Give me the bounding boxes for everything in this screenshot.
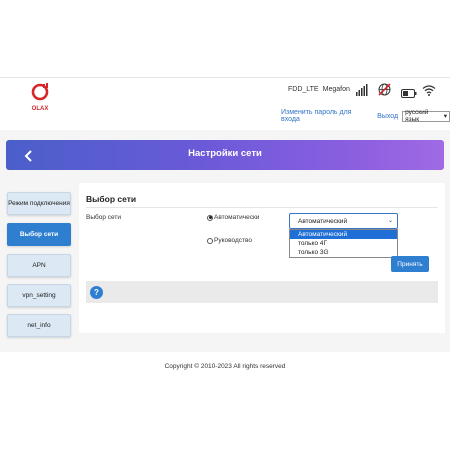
radio-manual-label: Руководство <box>214 237 252 244</box>
radio-automatic[interactable]: Автоматически <box>207 214 259 221</box>
signal-strength-icon <box>356 83 368 101</box>
operator-name: Megafon <box>322 85 350 93</box>
network-selection-label: Выбор сети <box>86 214 122 221</box>
header-links: Изменить пароль для входа Выход русский … <box>281 109 450 123</box>
wifi-icon <box>422 83 436 101</box>
wan-disconnected-icon <box>378 83 391 101</box>
change-password-link[interactable]: Изменить пароль для входа <box>281 109 372 123</box>
apply-button[interactable]: Принять <box>391 256 429 272</box>
olax-logo: OLAX <box>26 82 54 114</box>
network-mode-select[interactable]: Автоматический ⌄ <box>289 213 398 229</box>
status-bar: FDD_LTE Megafon <box>288 82 360 96</box>
page-title: Настройки сети <box>188 148 262 159</box>
logo-text: OLAX <box>32 106 49 112</box>
network-type: FDD_LTE <box>288 85 319 93</box>
sidebar-item-network-selection[interactable]: Выбор сети <box>7 223 71 246</box>
radio-unchecked-icon <box>207 237 213 244</box>
footer-copyright: Copyright © 2010-2023 All rights reserve… <box>164 363 286 370</box>
language-value: русский язык <box>405 109 429 123</box>
sidebar-item-net-info[interactable]: net_info <box>7 314 71 337</box>
sidebar-item-apn[interactable]: APN <box>7 254 71 277</box>
network-mode-value: Автоматический <box>298 217 348 225</box>
help-icon[interactable]: ? <box>90 286 103 299</box>
language-select[interactable]: русский язык ▾ <box>402 109 450 123</box>
help-box <box>86 281 438 303</box>
radio-automatic-label: Автоматически <box>214 214 260 221</box>
dropdown-option-auto[interactable]: Автоматический <box>290 230 397 239</box>
radio-checked-icon <box>207 214 213 221</box>
logout-link[interactable]: Выход <box>377 113 398 120</box>
radio-manual[interactable]: Руководство <box>207 237 252 244</box>
section-divider <box>86 207 438 208</box>
dropdown-option-3g[interactable]: только 3G <box>290 248 397 257</box>
sidebar-item-connection-mode[interactable]: Режим подключения <box>7 192 71 215</box>
network-mode-dropdown: Автоматический только 4Г только 3G <box>289 229 398 258</box>
chevron-down-icon: ⌄ <box>387 218 393 224</box>
sidebar-item-vpn-setting[interactable]: vpn_setting <box>7 284 71 307</box>
section-title: Выбор сети <box>86 194 137 204</box>
chevron-down-icon: ▾ <box>443 113 447 120</box>
battery-icon <box>401 85 417 103</box>
dropdown-option-4g[interactable]: только 4Г <box>290 239 397 248</box>
